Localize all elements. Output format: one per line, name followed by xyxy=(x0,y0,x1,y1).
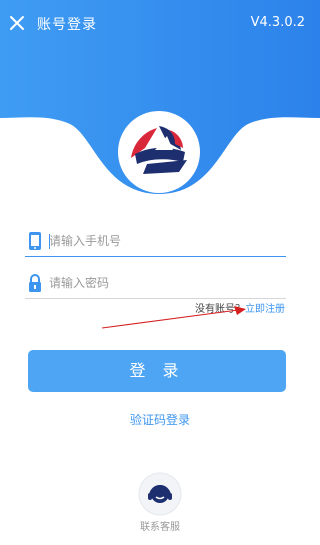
version-label: V4.3.0.2 xyxy=(250,15,305,30)
login-page: 账号登录 V4.3.0.2 没有账号？立即注册 xyxy=(0,0,320,545)
annotation-arrow xyxy=(101,306,246,329)
sms-code-login-link[interactable]: 验证码登录 xyxy=(0,411,320,428)
login-button[interactable]: 登 录 xyxy=(28,350,286,392)
phone-icon xyxy=(29,232,41,250)
close-icon xyxy=(10,16,24,30)
lock-icon xyxy=(29,274,41,292)
app-logo xyxy=(118,111,200,193)
page-title: 账号登录 xyxy=(37,17,97,33)
text-cursor xyxy=(49,234,50,249)
header: 账号登录 V4.3.0.2 xyxy=(0,0,320,200)
close-button[interactable] xyxy=(6,12,28,34)
phone-input[interactable] xyxy=(49,229,279,253)
customer-service-label: 联系客服 xyxy=(140,522,180,533)
password-input[interactable] xyxy=(49,271,279,295)
phone-field[interactable] xyxy=(25,226,286,257)
customer-service-button[interactable] xyxy=(138,472,182,516)
password-field[interactable] xyxy=(25,268,286,299)
register-link[interactable]: 立即注册 xyxy=(245,304,285,315)
